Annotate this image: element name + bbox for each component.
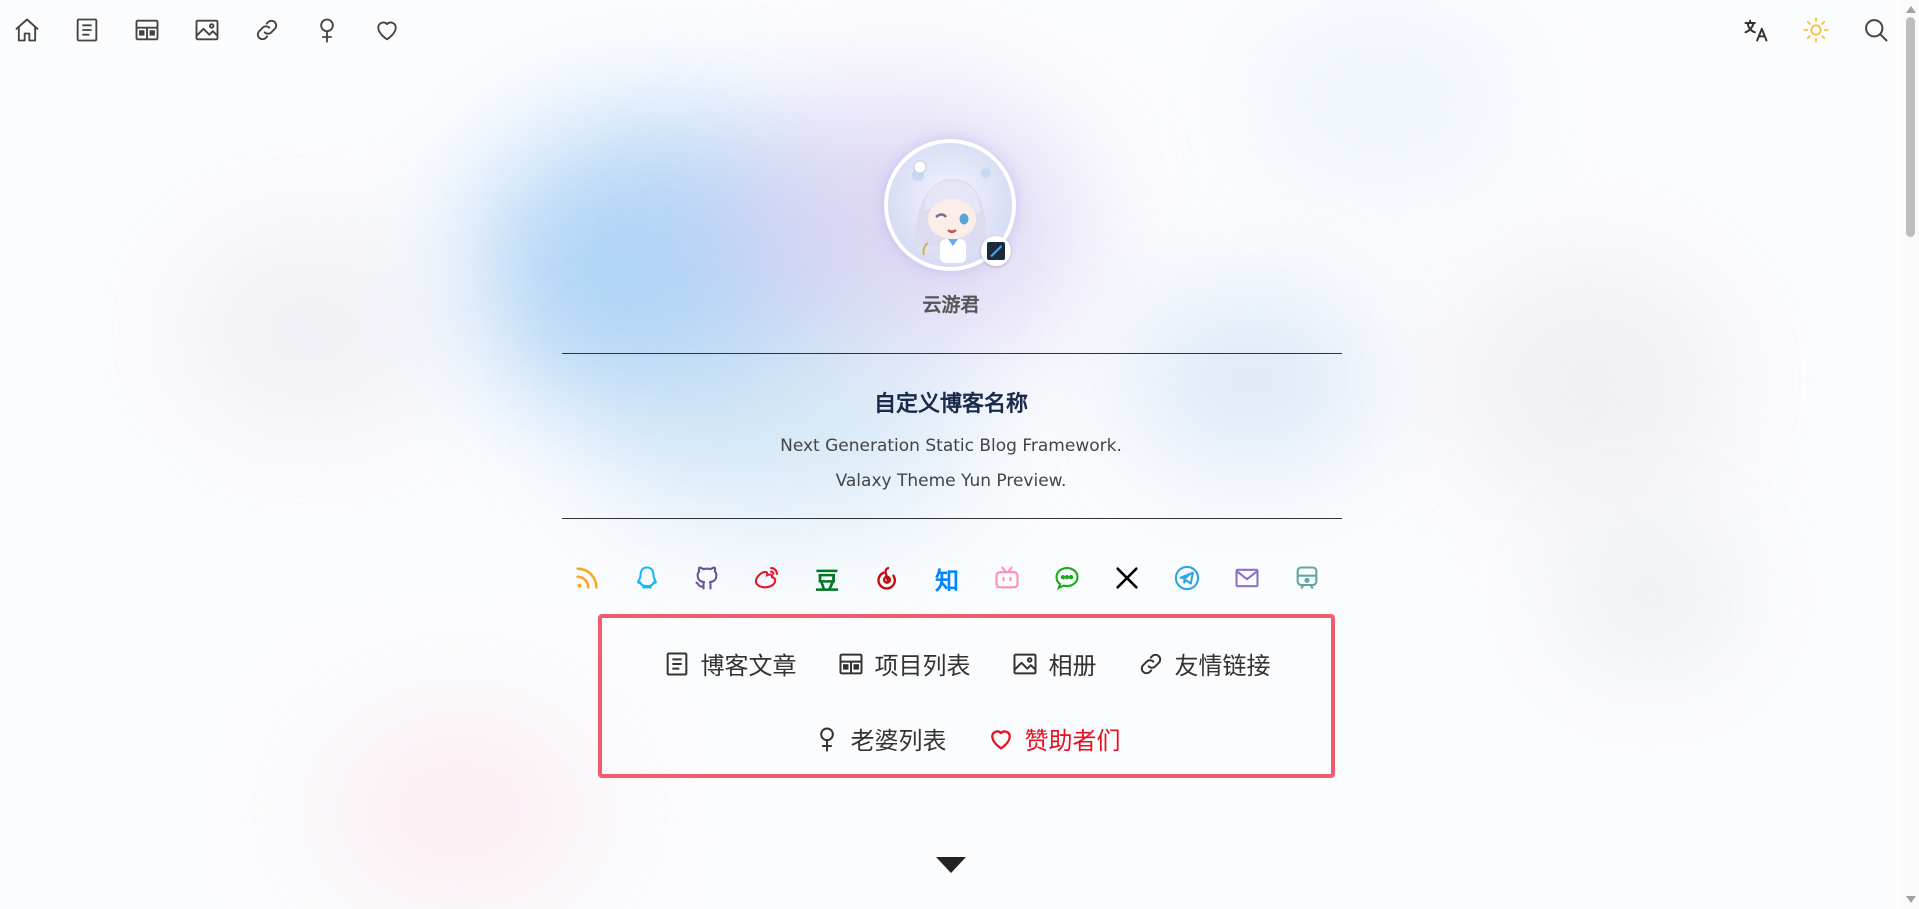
links-icon[interactable] xyxy=(252,12,282,48)
projects-icon[interactable] xyxy=(132,12,162,48)
blog-title[interactable]: 自定义博客名称 xyxy=(0,386,1902,418)
girls-icon xyxy=(819,727,834,752)
menu-item-label: 项目列表 xyxy=(874,652,971,680)
weibo-icon[interactable] xyxy=(752,560,782,596)
album-icon[interactable] xyxy=(192,12,222,48)
album-icon xyxy=(1013,653,1036,674)
travelling-icon[interactable] xyxy=(1292,560,1322,596)
qq-icon[interactable] xyxy=(632,560,662,596)
menu-item-sponsors[interactable]: 赞助者们 xyxy=(987,721,1121,756)
search-icon[interactable] xyxy=(1861,12,1891,48)
top-nav-right xyxy=(1741,12,1891,48)
menu-item-links[interactable]: 友情链接 xyxy=(1137,646,1271,681)
menu-item-label: 相册 xyxy=(1048,652,1097,680)
menu-row-2: 老婆列表 赞助者们 xyxy=(602,721,1331,756)
sidebar-profile: 云游君 自定义博客名称 Next Generation Static Blog … xyxy=(0,0,1902,909)
heart-icon xyxy=(990,729,1011,749)
bilibili-icon[interactable] xyxy=(992,560,1022,596)
x-icon[interactable] xyxy=(1112,560,1142,596)
netease-music-icon[interactable] xyxy=(872,560,902,596)
projects-icon xyxy=(839,653,862,674)
menu-item-album[interactable]: 相册 xyxy=(1011,646,1097,681)
scroll-down-arrow-icon[interactable] xyxy=(1906,896,1916,903)
menu-item-projects[interactable]: 项目列表 xyxy=(837,646,971,681)
subtitle-line-2: Valaxy Theme Yun Preview. xyxy=(835,471,1067,491)
page-scrollbar[interactable] xyxy=(1902,0,1919,909)
avatar-status-badge xyxy=(981,236,1011,266)
email-icon[interactable] xyxy=(1232,560,1262,596)
wechat-icon[interactable] xyxy=(1052,560,1082,596)
links-icon xyxy=(1140,653,1161,674)
menu-item-label: 友情链接 xyxy=(1174,652,1271,680)
top-nav-left xyxy=(12,12,402,48)
articles-icon xyxy=(666,652,687,675)
author-name: 云游君 xyxy=(922,294,980,316)
telegram-icon[interactable] xyxy=(1172,560,1202,596)
social-links: 豆 知 xyxy=(572,560,1322,596)
divider-bottom xyxy=(562,518,1342,519)
girls-icon[interactable] xyxy=(312,12,342,48)
articles-icon[interactable] xyxy=(72,12,102,48)
menu-highlight-box: 博客文章 项目列表 相册 友情链接 老婆列表 赞助者们 xyxy=(598,614,1335,778)
menu-item-label: 老婆列表 xyxy=(850,727,947,755)
sponsors-icon[interactable] xyxy=(372,12,402,48)
theme-toggle-icon[interactable] xyxy=(1801,12,1831,48)
rss-icon[interactable] xyxy=(572,560,602,596)
menu-item-girls[interactable]: 老婆列表 xyxy=(813,721,947,756)
menu-item-label: 赞助者们 xyxy=(1024,727,1121,755)
scroll-thumb[interactable] xyxy=(1906,17,1915,237)
menu-row-1: 博客文章 项目列表 相册 友情链接 xyxy=(602,646,1331,681)
divider-top xyxy=(562,353,1342,354)
scroll-up-arrow-icon[interactable] xyxy=(1906,6,1916,13)
subtitle-line-1: Next Generation Static Blog Framework. xyxy=(780,436,1122,456)
menu-item-label: 博客文章 xyxy=(700,652,797,680)
scroll-down-caret-icon[interactable] xyxy=(936,857,966,873)
menu-item-articles[interactable]: 博客文章 xyxy=(663,646,797,681)
translate-icon[interactable] xyxy=(1741,12,1771,48)
douban-icon[interactable]: 豆 xyxy=(812,560,842,596)
github-icon[interactable] xyxy=(692,560,722,596)
zhihu-icon[interactable]: 知 xyxy=(932,560,962,596)
home-icon[interactable] xyxy=(12,12,42,48)
